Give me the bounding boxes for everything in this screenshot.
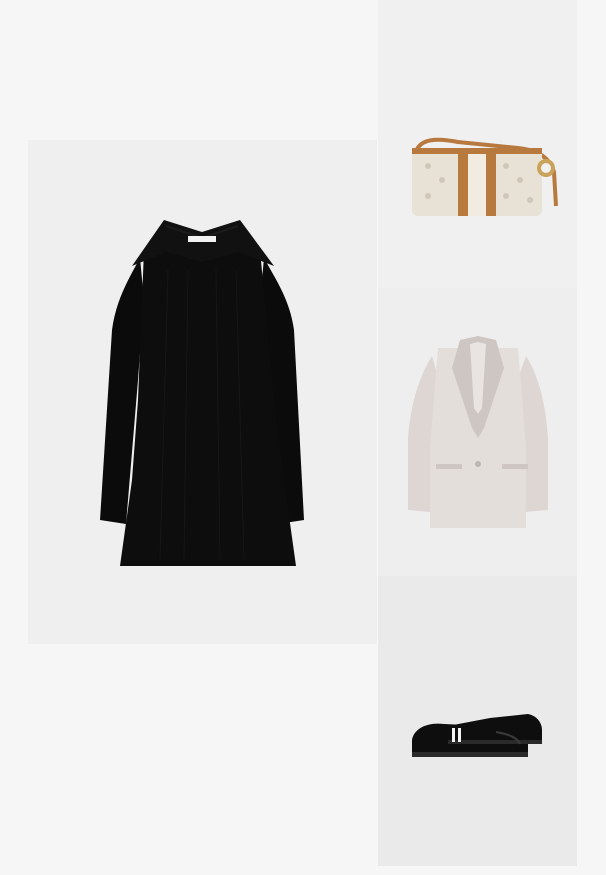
dress-image [100,220,304,566]
bag-image [412,137,558,216]
blazer-product-tile[interactable] [378,288,577,576]
dress-product-tile[interactable] [28,140,377,644]
shoes-image [412,714,542,757]
bag-product-tile[interactable] [378,0,577,288]
blazer-image [408,336,548,528]
shoes-product-tile[interactable] [378,576,577,866]
